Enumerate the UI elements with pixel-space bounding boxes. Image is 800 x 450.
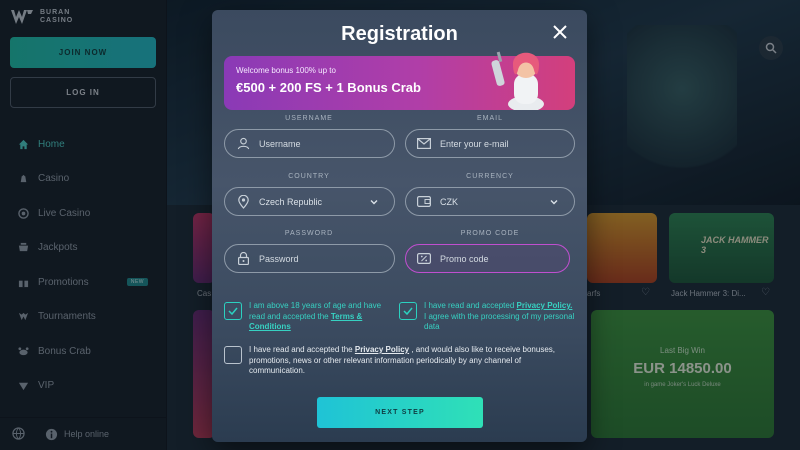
country-value: Czech Republic (259, 196, 323, 207)
privacy-label: I have read and accepted (424, 301, 517, 310)
privacy-text: I have read and accepted Privacy Policy.… (424, 301, 576, 333)
checkmark-icon (228, 307, 238, 315)
marketing-privacy-link[interactable]: Privacy Policy (355, 345, 409, 354)
wallet-icon (417, 195, 431, 209)
modal-title: Registration (341, 23, 458, 45)
close-button[interactable] (551, 23, 569, 41)
username-label: USERNAME (285, 115, 333, 122)
marketing-checkbox[interactable] (224, 346, 242, 364)
next-step-button[interactable]: NEXT STEP (317, 397, 483, 428)
checkmark-icon (403, 307, 413, 315)
banner-subtitle: Welcome bonus 100% up to (236, 66, 336, 75)
location-pin-icon (236, 194, 250, 209)
age-terms-checkbox[interactable] (224, 302, 242, 320)
email-field[interactable] (405, 129, 575, 158)
privacy-checkbox[interactable] (399, 302, 417, 320)
username-field[interactable] (224, 129, 395, 158)
currency-select[interactable]: CZK (405, 187, 575, 216)
chevron-down-icon (370, 200, 378, 205)
marketing-label: I have read and accepted the (249, 345, 355, 354)
country-label: COUNTRY (288, 173, 330, 180)
country-select[interactable]: Czech Republic (224, 187, 395, 216)
password-label: PASSWORD (284, 230, 334, 237)
user-icon (236, 137, 250, 151)
email-label: EMAIL (476, 115, 503, 122)
close-icon (553, 25, 567, 39)
password-field[interactable] (224, 244, 395, 273)
promo-code-label: PROMO CODE (460, 230, 520, 237)
chevron-down-icon (550, 200, 558, 205)
currency-value: CZK (440, 196, 458, 207)
username-input[interactable] (259, 138, 379, 149)
email-input[interactable] (440, 138, 560, 149)
promo-code-field[interactable] (405, 244, 570, 273)
currency-label: CURRENCY (466, 173, 514, 180)
welcome-bonus-banner: Welcome bonus 100% up to €500 + 200 FS +… (224, 51, 575, 110)
privacy-label-cont: I agree with the processing of my person… (424, 311, 575, 332)
age-terms-text: I am above 18 years of age and have read… (249, 301, 397, 333)
astronaut-character-image (491, 51, 544, 110)
marketing-text: I have read and accepted the Privacy Pol… (249, 345, 569, 377)
password-input[interactable] (259, 253, 379, 264)
percent-tag-icon (417, 252, 431, 266)
privacy-policy-link[interactable]: Privacy Policy. (517, 301, 573, 310)
registration-modal: Registration Welcome bonus 100% up to €5… (212, 10, 587, 442)
promo-code-input[interactable] (440, 253, 560, 264)
banner-offer: €500 + 200 FS + 1 Bonus Crab (236, 80, 421, 95)
envelope-icon (417, 137, 431, 151)
lock-icon (236, 252, 250, 266)
